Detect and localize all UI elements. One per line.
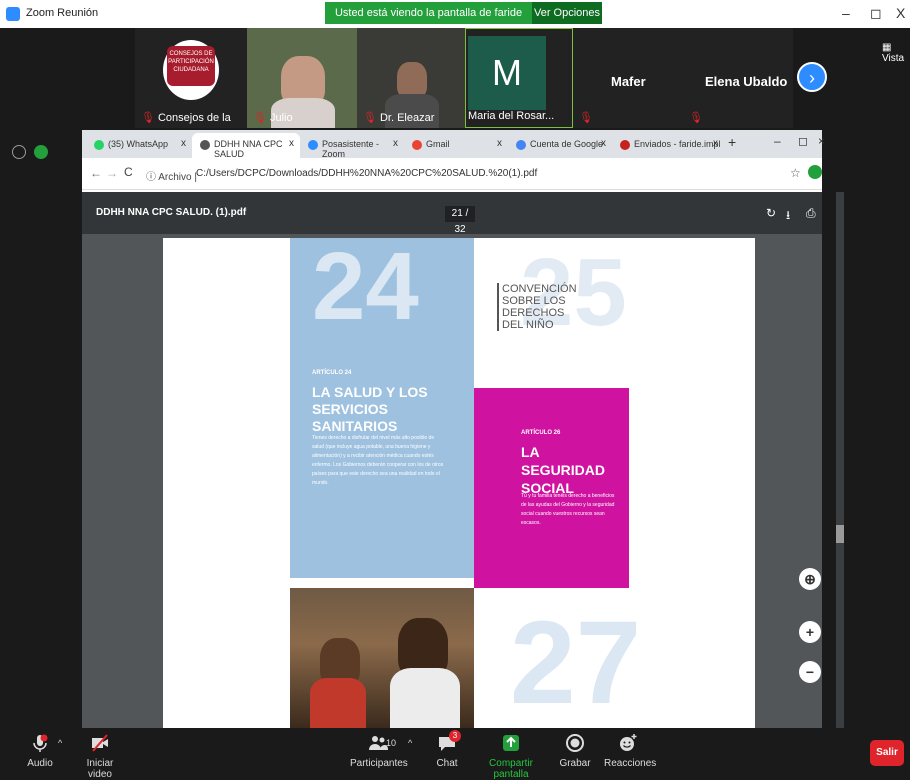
gallery-view-button[interactable]: ▦ Vista bbox=[882, 42, 910, 64]
mic-muted-icon: 🎙 bbox=[141, 112, 155, 124]
rotate-icon[interactable]: ↻ bbox=[766, 206, 776, 220]
org-logo: CONSEJOS DE PARTICIPACIÓN CIUDADANA bbox=[163, 40, 219, 100]
minimize-icon[interactable]: – bbox=[842, 5, 850, 21]
next-page-icon[interactable]: › bbox=[797, 62, 827, 92]
mic-muted-icon: 🎙 bbox=[689, 112, 703, 124]
download-icon[interactable]: ⭳ bbox=[786, 206, 790, 227]
children-photo bbox=[290, 588, 474, 728]
participant-name: Elena Ubaldo bbox=[705, 74, 788, 89]
close-tab-icon[interactable]: x bbox=[393, 138, 398, 149]
article-26-title: LA SEGURIDAD SOCIAL bbox=[521, 444, 606, 496]
convention-title: CONVENCIÓN SOBRE LOS DERECHOS DEL NIÑO bbox=[497, 283, 577, 331]
participant-tile[interactable]: CONSEJOS DE PARTICIPACIÓN CIUDADANA 🎙 Con… bbox=[135, 28, 247, 128]
url-input[interactable]: C:/Users/DCPC/Downloads/DDHH%20NNA%20CPC… bbox=[196, 168, 676, 179]
print-icon[interactable]: ⎙ bbox=[806, 206, 816, 221]
close-tab-icon[interactable]: x bbox=[713, 138, 718, 149]
participant-avatar: M bbox=[468, 36, 546, 110]
close-tab-icon[interactable]: x bbox=[497, 138, 502, 149]
back-icon[interactable]: ← bbox=[90, 166, 102, 180]
close-tab-icon[interactable]: x bbox=[181, 138, 186, 149]
article-24-body: Tienes derecho a disfrutar del nivel más… bbox=[312, 435, 444, 486]
article-26-label: ARTÍCULO 26 bbox=[521, 430, 561, 436]
close-icon[interactable]: X bbox=[896, 5, 905, 21]
google-icon bbox=[412, 140, 422, 150]
article-24-title: LA SALUD Y LOS SERVICIOS SANITARIOS bbox=[312, 384, 428, 434]
big-number-24: 24 bbox=[312, 233, 419, 340]
forward-icon[interactable]: → bbox=[106, 166, 118, 180]
maximize-icon[interactable]: ◻ bbox=[798, 134, 808, 148]
star-icon[interactable]: ☆ bbox=[790, 166, 801, 180]
zoom-out-icon[interactable]: − bbox=[799, 661, 821, 683]
minimize-icon[interactable]: – bbox=[774, 134, 781, 148]
leave-button[interactable]: Salir bbox=[870, 740, 904, 766]
audio-options-icon[interactable]: ^ bbox=[58, 738, 62, 748]
whatsapp-icon bbox=[94, 140, 104, 150]
record-icon bbox=[566, 734, 584, 752]
zoom-logo-icon bbox=[6, 7, 20, 21]
mic-muted-icon: 🎙 bbox=[363, 112, 377, 124]
participant-name: Maria del Rosar... bbox=[468, 110, 555, 122]
participant-tile[interactable]: Mafer 🎙 bbox=[573, 28, 683, 128]
avatar[interactable] bbox=[808, 165, 822, 179]
tab-gmail[interactable]: Gmail x bbox=[404, 133, 508, 158]
info-icon: ⓘ bbox=[146, 172, 159, 183]
zoom-icon bbox=[308, 140, 318, 150]
big-number-27: 27 bbox=[510, 597, 642, 729]
participant-tile[interactable]: Elena Ubaldo 🎙 bbox=[683, 28, 793, 128]
article-24-label: ARTÍCULO 24 bbox=[312, 370, 352, 376]
participant-name: Dr. Eleazar bbox=[379, 112, 435, 124]
tab-google-account[interactable]: Cuenta de Google x bbox=[508, 133, 612, 158]
participants-button[interactable]: Participantes bbox=[350, 733, 408, 769]
share-screen-button[interactable]: Compartir pantalla bbox=[474, 733, 548, 780]
close-icon[interactable]: × bbox=[818, 134, 825, 148]
participant-name: Julio bbox=[269, 112, 293, 124]
share-banner: Usted está viendo la pantalla de faride … bbox=[325, 2, 532, 41]
chat-badge: 3 bbox=[449, 730, 461, 742]
new-tab-button[interactable]: + bbox=[728, 134, 736, 150]
share-screen-icon bbox=[503, 735, 519, 751]
address-label: Archivo bbox=[158, 172, 192, 183]
zoom-in-icon[interactable]: + bbox=[799, 621, 821, 643]
start-video-button[interactable]: Iniciar video bbox=[74, 733, 126, 780]
page-indicator[interactable]: 21 / 32 bbox=[445, 206, 475, 235]
left-panel bbox=[0, 130, 82, 728]
scrollbar[interactable] bbox=[836, 192, 844, 728]
participant-name: Mafer bbox=[611, 74, 646, 89]
window-title: Zoom Reunión bbox=[26, 7, 99, 19]
pdf-title: DDHH NNA CPC SALUD. (1).pdf bbox=[96, 207, 247, 218]
participant-video bbox=[397, 62, 427, 98]
participants-options-icon[interactable]: ^ bbox=[408, 738, 412, 748]
maximize-icon[interactable]: ◻ bbox=[870, 5, 882, 22]
globe-icon bbox=[200, 140, 210, 150]
video-off-icon bbox=[92, 734, 108, 752]
info-icon[interactable] bbox=[12, 145, 26, 159]
participant-tile[interactable]: 🎙 Julio bbox=[247, 28, 357, 128]
tab-pdf[interactable]: DDHH NNA CPC SALUD x bbox=[192, 133, 300, 159]
record-button[interactable]: Grabar bbox=[558, 733, 592, 769]
shield-icon[interactable] bbox=[34, 145, 48, 159]
audio-button[interactable]: Audio bbox=[24, 733, 56, 769]
smiley-icon bbox=[620, 734, 637, 751]
tab-whatsapp[interactable]: (35) WhatsApp x bbox=[86, 133, 192, 158]
mic-muted-icon bbox=[33, 734, 48, 752]
mic-muted-icon: 🎙 bbox=[579, 112, 593, 124]
participants-count: 10 bbox=[386, 738, 397, 748]
gmail-icon bbox=[620, 140, 630, 150]
tab-zoom[interactable]: Posasistente - Zoom x bbox=[300, 133, 404, 159]
close-tab-icon[interactable]: x bbox=[601, 138, 606, 149]
participant-name: Consejos de la bbox=[157, 112, 231, 124]
mic-muted-icon: 🎙 bbox=[253, 112, 267, 124]
participants-icon bbox=[369, 736, 388, 750]
tab-sent-mail[interactable]: Enviados - faride.impl x bbox=[612, 133, 724, 158]
article-26-body: Tú y tu familia tenéis derecho a benefic… bbox=[521, 493, 615, 526]
reload-icon[interactable]: C bbox=[124, 165, 133, 179]
close-tab-icon[interactable]: x bbox=[289, 138, 294, 149]
view-options-button[interactable]: Ver Opciones ⌄ bbox=[532, 2, 602, 41]
fit-page-icon[interactable]: ⊕ bbox=[799, 568, 821, 590]
reactions-button[interactable]: Reacciones bbox=[604, 733, 656, 769]
google-icon bbox=[516, 140, 526, 150]
participant-tile[interactable]: 🎙 Dr. Eleazar bbox=[357, 28, 465, 128]
scrollbar-thumb[interactable] bbox=[836, 525, 844, 543]
